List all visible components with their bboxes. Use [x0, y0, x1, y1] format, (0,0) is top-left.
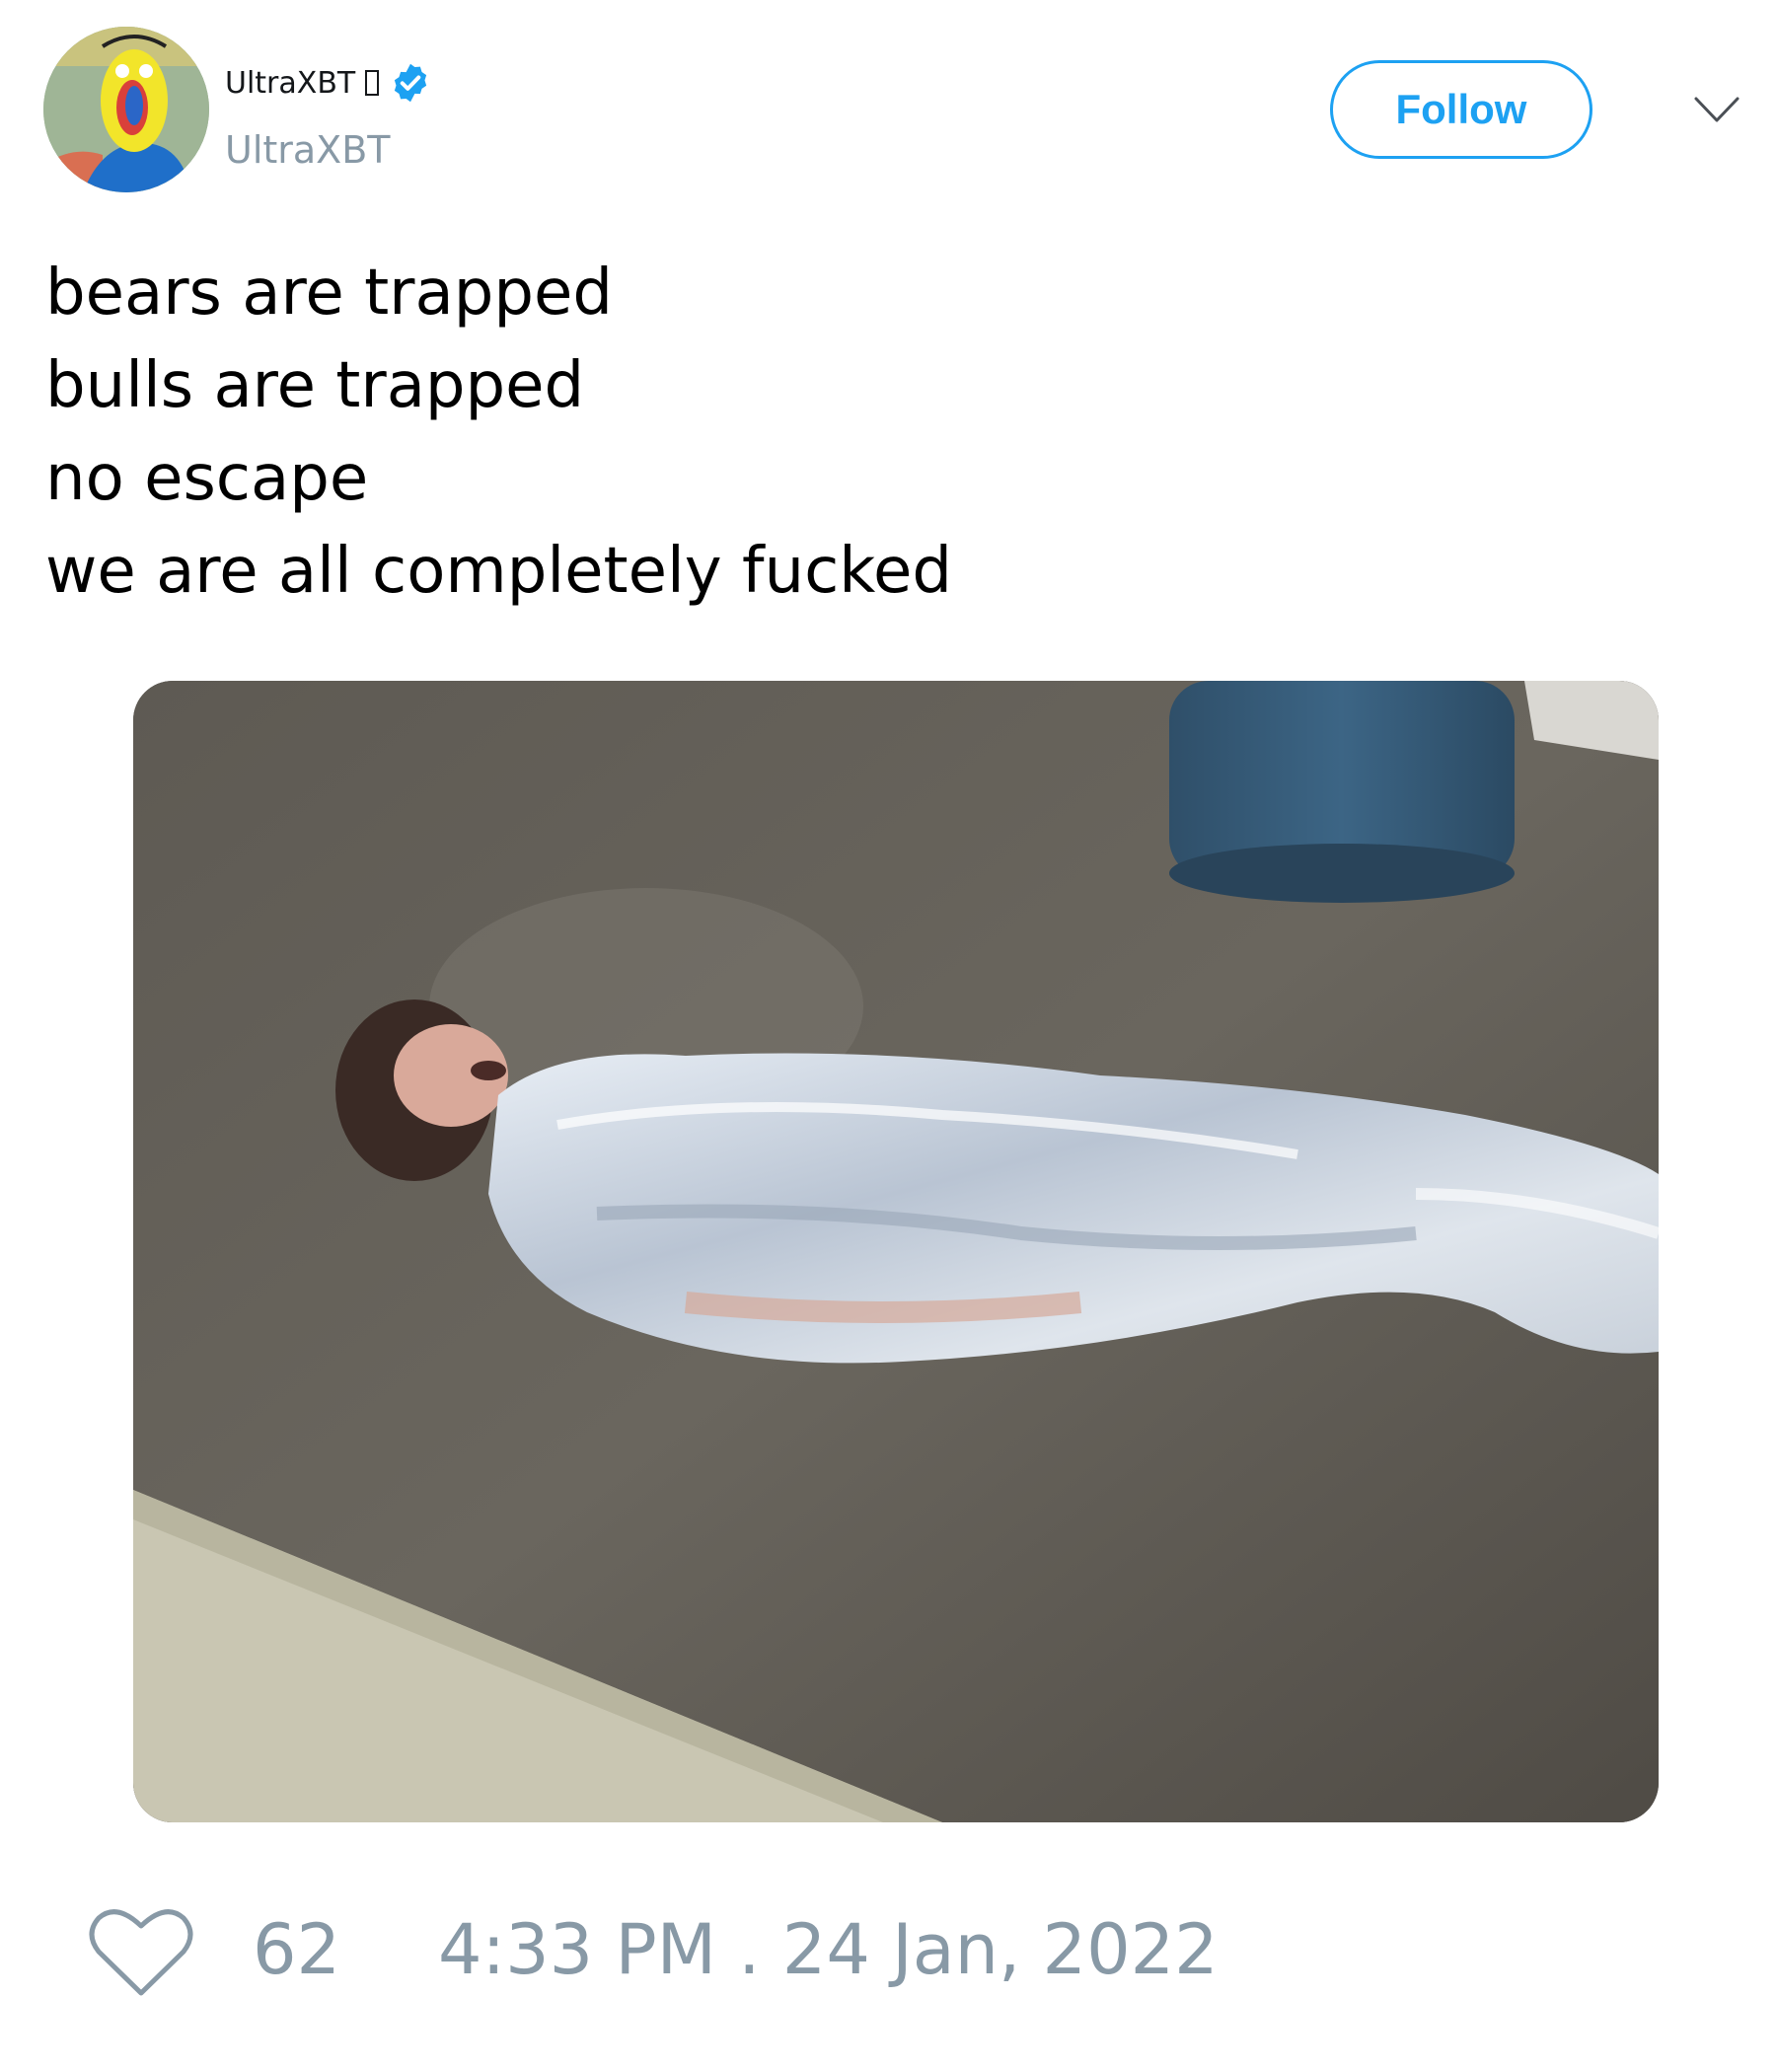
tweet-line: bulls are trapped — [45, 349, 585, 422]
tweet-photo[interactable] — [133, 681, 1659, 1822]
verified-badge-icon — [395, 63, 427, 103]
tweet-timestamp[interactable]: 4:33 PM . 24 Jan, 2022 — [438, 1909, 1219, 1990]
author-block[interactable]: UltraXBT UltraXBT — [225, 57, 432, 172]
display-name[interactable]: UltraXBT — [225, 66, 355, 101]
follow-button[interactable]: Follow — [1330, 60, 1592, 159]
missing-glyph-icon — [365, 70, 380, 96]
photo-image — [133, 681, 1659, 1822]
tweet-text: bears are trapped bulls are trapped no e… — [45, 247, 952, 618]
avatar[interactable] — [43, 27, 209, 192]
avatar-image — [43, 27, 209, 192]
handle[interactable]: UltraXBT — [225, 128, 432, 172]
tweet-line: we are all completely fucked — [45, 535, 953, 608]
tweet-line: no escape — [45, 442, 369, 515]
like-count: 62 — [253, 1909, 341, 1990]
tweet-line: bears are trapped — [45, 257, 613, 330]
heart-outline-icon[interactable] — [89, 1904, 193, 1999]
display-name-row: UltraXBT — [225, 57, 432, 109]
chevron-down-icon[interactable] — [1693, 95, 1740, 124]
